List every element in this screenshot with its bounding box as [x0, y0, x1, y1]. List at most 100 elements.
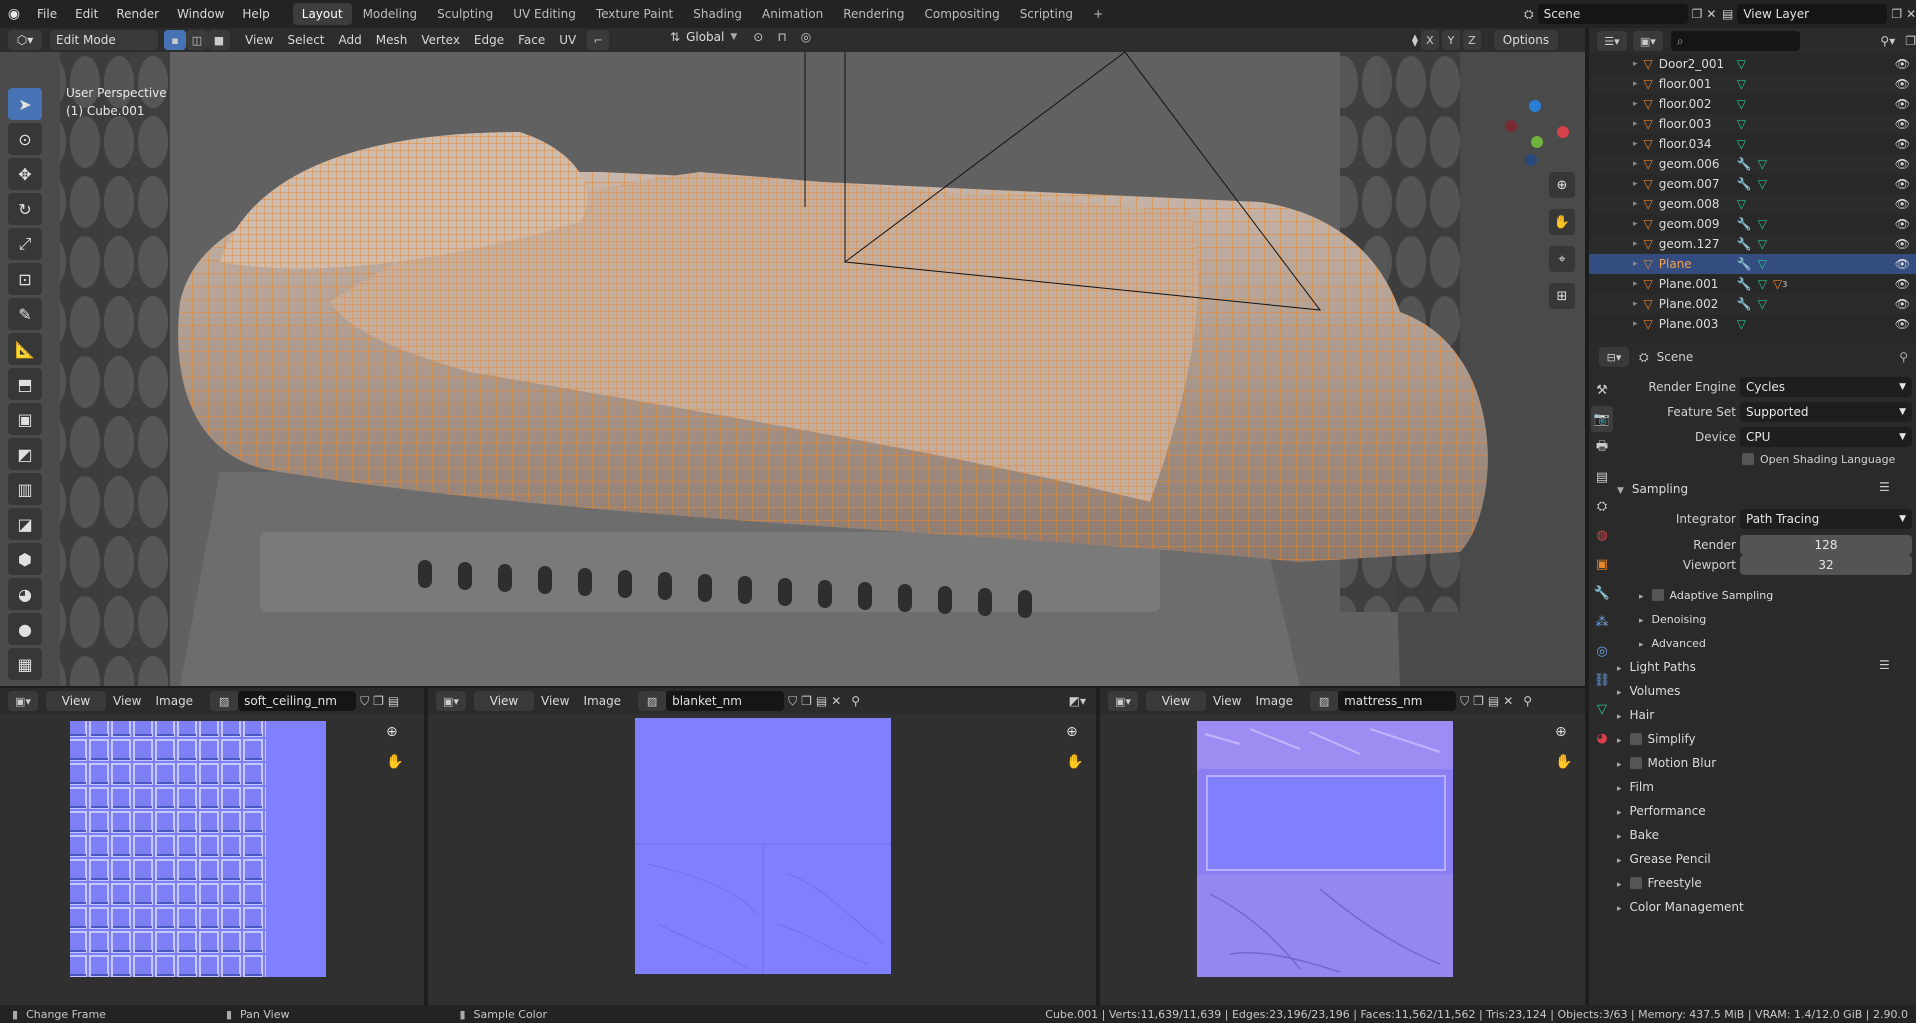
volumes-panel[interactable]: ▸ Volumes [1617, 684, 1680, 698]
particles-tab-icon[interactable]: ⁂ [1591, 609, 1613, 635]
outliner-item[interactable]: ▸ ▽ geom.008 ▽ 👁 [1589, 194, 1916, 214]
outliner-item[interactable]: ▸ ▽ Plane 🔧 ▽ 👁 [1589, 254, 1916, 274]
new-image-icon[interactable]: ❐ [801, 694, 812, 708]
camera-icon[interactable]: ⌖ [1549, 246, 1575, 272]
editor-type-icon[interactable]: ▣▾ [8, 691, 38, 711]
hair-panel[interactable]: ▸ Hair [1617, 708, 1654, 722]
freestyle-panel[interactable]: ▸ Freestyle [1617, 876, 1702, 890]
light-paths-panel[interactable]: ▸ Light Paths [1617, 660, 1696, 674]
menu-view[interactable]: View [534, 694, 576, 708]
knife-tool-icon[interactable]: ◪ [8, 508, 42, 540]
outliner-item[interactable]: ▸ ▽ Door2_001 ▽ 👁 [1589, 54, 1916, 74]
mirror-y-toggle[interactable]: Y [1441, 30, 1460, 50]
image-name-field[interactable]: blanket_nm [666, 691, 785, 711]
menu-uv[interactable]: UV [552, 33, 583, 47]
select-tool-icon[interactable]: ➤ [8, 88, 42, 120]
image-canvas[interactable]: ⊕ ✋ [1100, 714, 1585, 1005]
fake-user-icon[interactable]: ⛉ [360, 694, 369, 709]
menu-image[interactable]: Image [1248, 694, 1300, 708]
measure-tool-icon[interactable]: 📐 [8, 333, 42, 365]
grid-icon[interactable]: ⊞ [1549, 283, 1575, 309]
new-image-icon[interactable]: ❐ [373, 694, 384, 708]
display-channels-icon[interactable]: ◩▾ [1069, 694, 1086, 708]
simplify-checkbox[interactable] [1629, 733, 1642, 745]
pan-hand-icon[interactable]: ✋ [1555, 754, 1572, 770]
outliner-item[interactable]: ▸ ▽ geom.006 🔧 ▽ 👁 [1589, 154, 1916, 174]
vertex-select-mode-icon[interactable]: ▪ [164, 30, 186, 50]
simplify-panel[interactable]: ▸ Simplify [1617, 732, 1696, 746]
menu-view[interactable]: View [238, 33, 280, 47]
inset-tool-icon[interactable]: ▣ [8, 403, 42, 435]
scale-tool-icon[interactable]: ⤢ [8, 228, 42, 260]
freestyle-checkbox[interactable] [1629, 877, 1642, 889]
pan-hand-icon[interactable]: ✋ [1549, 209, 1575, 235]
3d-viewport[interactable]: User Perspective (1) Cube.001 ⊕ ✋ ⌖ ⊞ [0, 52, 1585, 686]
list-icon[interactable]: ☰ [1879, 480, 1890, 494]
outliner-item[interactable]: ▸ ▽ Plane.003 ▽ 👁 [1589, 314, 1916, 334]
device-dropdown[interactable]: CPU ▼ [1740, 427, 1912, 447]
visibility-eye-icon[interactable]: 👁 [1895, 117, 1910, 131]
tab-scripting[interactable]: Scripting [1011, 3, 1082, 25]
navigation-gizmo[interactable] [1495, 92, 1575, 172]
image-browse-icon[interactable]: ▨ [210, 691, 239, 711]
gizmo-z-axis[interactable] [1529, 100, 1541, 112]
tab-uv-editing[interactable]: UV Editing [504, 3, 585, 25]
display-mode-icon[interactable]: ▣▾ [1632, 31, 1663, 51]
gizmo-y-axis[interactable] [1531, 136, 1543, 148]
mirror-x-toggle[interactable]: X [1420, 30, 1439, 50]
edge-select-mode-icon[interactable]: ◫ [186, 30, 208, 50]
menu-image[interactable]: Image [576, 694, 628, 708]
integrator-dropdown[interactable]: Path Tracing ▼ [1740, 509, 1912, 529]
annotate-tool-icon[interactable]: ✎ [8, 298, 42, 330]
snapping-icon[interactable]: ⊓ [777, 30, 786, 44]
visibility-eye-icon[interactable]: 👁 [1895, 177, 1910, 191]
bevel-tool-icon[interactable]: ◩ [8, 438, 42, 470]
bake-panel[interactable]: ▸ Bake [1617, 828, 1659, 842]
adaptive-sampling-checkbox[interactable] [1651, 589, 1664, 601]
menu-view[interactable]: View [106, 694, 148, 708]
zoom-icon[interactable]: ⊕ [1555, 724, 1567, 740]
denoising-subpanel[interactable]: ▸ Denoising [1639, 612, 1706, 626]
close-image-icon[interactable]: ✕ [1503, 694, 1513, 708]
blender-logo-icon[interactable]: ◉ [0, 6, 28, 22]
visibility-eye-icon[interactable]: 👁 [1895, 57, 1910, 71]
visibility-eye-icon[interactable]: 👁 [1895, 157, 1910, 171]
fake-user-icon[interactable]: ⛉ [788, 694, 797, 709]
zoom-icon[interactable]: ⊕ [386, 724, 398, 740]
tab-rendering[interactable]: Rendering [834, 3, 913, 25]
tab-sculpting[interactable]: Sculpting [428, 3, 502, 25]
motion-blur-panel[interactable]: ▸ Motion Blur [1617, 756, 1716, 770]
outliner-item[interactable]: ▸ ▽ Plane.002 🔧 ▽ 👁 [1589, 294, 1916, 314]
options-dropdown[interactable]: Options [1493, 30, 1558, 50]
zoom-icon[interactable]: ⊕ [1549, 172, 1575, 198]
gizmo-x-axis[interactable] [1557, 126, 1569, 138]
advanced-subpanel[interactable]: ▸ Advanced [1639, 636, 1706, 650]
motion-blur-checkbox[interactable] [1629, 757, 1642, 769]
image-browse-icon[interactable]: ▨ [1310, 691, 1339, 711]
list-icon[interactable]: ☰ [1879, 658, 1890, 672]
open-image-icon[interactable]: ▤ [388, 694, 399, 708]
image-canvas[interactable]: ⊕ ✋ [428, 714, 1096, 1005]
sampling-panel-header[interactable]: ▼ Sampling [1617, 482, 1688, 496]
zoom-icon[interactable]: ⊕ [1066, 724, 1078, 740]
tab-layout[interactable]: Layout [292, 3, 352, 25]
visibility-eye-icon[interactable]: 👁 [1895, 217, 1910, 231]
outliner-item[interactable]: ▸ ▽ geom.007 🔧 ▽ 👁 [1589, 174, 1916, 194]
image-name-field[interactable]: soft_ceiling_nm [238, 691, 357, 711]
visibility-eye-icon[interactable]: 👁 [1895, 97, 1910, 111]
view-layer-icon[interactable]: ▤ [1722, 7, 1733, 21]
visibility-eye-icon[interactable]: 👁 [1895, 257, 1910, 271]
image-name-field[interactable]: mattress_nm [1338, 691, 1457, 711]
outliner-item[interactable]: ▸ ▽ geom.127 🔧 ▽ 👁 [1589, 234, 1916, 254]
menu-face[interactable]: Face [511, 33, 552, 47]
filter-icon[interactable]: ⚲▾ [1880, 34, 1895, 48]
view-mode-selector[interactable]: View [46, 691, 106, 711]
render-engine-dropdown[interactable]: Cycles ▼ [1740, 377, 1912, 397]
physics-tab-icon[interactable]: ◎ [1591, 638, 1613, 664]
menu-edge[interactable]: Edge [467, 33, 511, 47]
color-management-panel[interactable]: ▸ Color Management [1617, 900, 1744, 914]
poly-build-tool-icon[interactable]: ⬢ [8, 543, 42, 575]
smooth-tool-icon[interactable]: ● [8, 613, 42, 645]
editor-type-icon[interactable]: ▣▾ [436, 691, 466, 711]
tab-texture-paint[interactable]: Texture Paint [587, 3, 682, 25]
